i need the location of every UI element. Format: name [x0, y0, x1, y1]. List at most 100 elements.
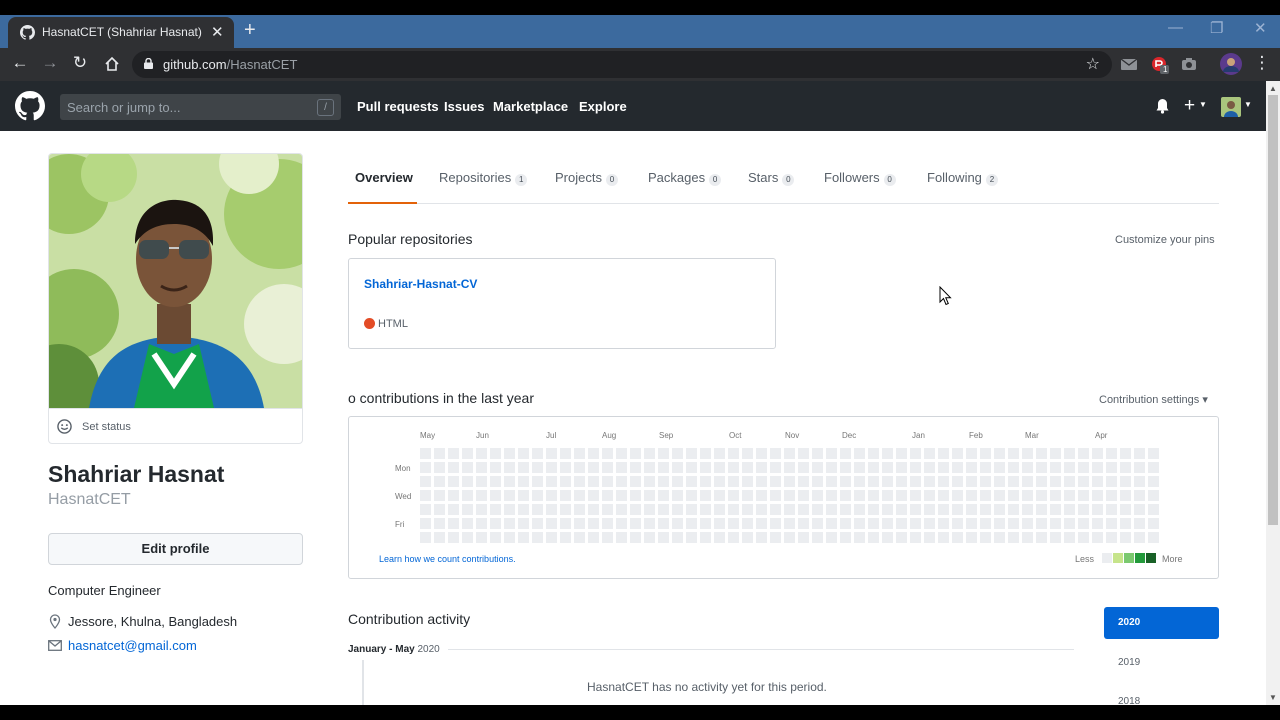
contribution-day-cell[interactable]: [840, 532, 851, 543]
nav-marketplace[interactable]: Marketplace: [493, 99, 568, 114]
contribution-day-cell[interactable]: [966, 476, 977, 487]
contribution-day-cell[interactable]: [952, 532, 963, 543]
contribution-day-cell[interactable]: [532, 504, 543, 515]
contribution-day-cell[interactable]: [602, 518, 613, 529]
contribution-day-cell[interactable]: [1092, 518, 1103, 529]
contribution-day-cell[interactable]: [476, 518, 487, 529]
contribution-day-cell[interactable]: [896, 490, 907, 501]
chevron-down-icon[interactable]: ▼: [1199, 100, 1207, 109]
contribution-day-cell[interactable]: [602, 490, 613, 501]
contribution-day-cell[interactable]: [812, 476, 823, 487]
contribution-day-cell[interactable]: [1022, 448, 1033, 459]
contribution-day-cell[interactable]: [896, 476, 907, 487]
contribution-day-cell[interactable]: [574, 448, 585, 459]
contribution-day-cell[interactable]: [1106, 476, 1117, 487]
contribution-day-cell[interactable]: [854, 504, 865, 515]
contribution-day-cell[interactable]: [896, 504, 907, 515]
contribution-day-cell[interactable]: [784, 462, 795, 473]
contribution-day-cell[interactable]: [700, 532, 711, 543]
contribution-day-cell[interactable]: [560, 504, 571, 515]
contribution-day-cell[interactable]: [686, 448, 697, 459]
contribution-day-cell[interactable]: [770, 490, 781, 501]
contribution-day-cell[interactable]: [798, 476, 809, 487]
contribution-day-cell[interactable]: [1134, 504, 1145, 515]
contribution-day-cell[interactable]: [966, 448, 977, 459]
contribution-day-cell[interactable]: [742, 490, 753, 501]
contribution-day-cell[interactable]: [966, 490, 977, 501]
contribution-day-cell[interactable]: [714, 518, 725, 529]
contribution-day-cell[interactable]: [994, 490, 1005, 501]
search-input[interactable]: Search or jump to... /: [60, 94, 341, 120]
contribution-day-cell[interactable]: [434, 462, 445, 473]
contribution-day-cell[interactable]: [1064, 462, 1075, 473]
contribution-day-cell[interactable]: [588, 448, 599, 459]
contribution-day-cell[interactable]: [1106, 518, 1117, 529]
contribution-day-cell[interactable]: [518, 490, 529, 501]
contribution-day-cell[interactable]: [504, 532, 515, 543]
contribution-day-cell[interactable]: [966, 518, 977, 529]
contribution-day-cell[interactable]: [854, 532, 865, 543]
contribution-day-cell[interactable]: [896, 462, 907, 473]
contribution-day-cell[interactable]: [854, 518, 865, 529]
contribution-day-cell[interactable]: [532, 532, 543, 543]
contribution-day-cell[interactable]: [630, 532, 641, 543]
contribution-day-cell[interactable]: [1092, 448, 1103, 459]
contribution-day-cell[interactable]: [826, 476, 837, 487]
contribution-day-cell[interactable]: [476, 504, 487, 515]
contribution-day-cell[interactable]: [700, 490, 711, 501]
contribution-day-cell[interactable]: [1064, 490, 1075, 501]
contribution-day-cell[interactable]: [784, 532, 795, 543]
contribution-day-cell[interactable]: [546, 518, 557, 529]
contribution-day-cell[interactable]: [602, 504, 613, 515]
contribution-day-cell[interactable]: [1134, 448, 1145, 459]
contribution-day-cell[interactable]: [826, 462, 837, 473]
contribution-day-cell[interactable]: [980, 462, 991, 473]
contribution-day-cell[interactable]: [756, 462, 767, 473]
contribution-day-cell[interactable]: [728, 518, 739, 529]
contribution-day-cell[interactable]: [756, 448, 767, 459]
contribution-day-cell[interactable]: [420, 448, 431, 459]
contribution-day-cell[interactable]: [490, 532, 501, 543]
contribution-day-cell[interactable]: [1036, 518, 1047, 529]
contribution-day-cell[interactable]: [1106, 490, 1117, 501]
contribution-day-cell[interactable]: [616, 462, 627, 473]
contribution-day-cell[interactable]: [532, 462, 543, 473]
contribution-day-cell[interactable]: [966, 504, 977, 515]
contribution-day-cell[interactable]: [462, 462, 473, 473]
contribution-day-cell[interactable]: [448, 462, 459, 473]
contribution-day-cell[interactable]: [686, 490, 697, 501]
contribution-day-cell[interactable]: [1050, 448, 1061, 459]
contribution-day-cell[interactable]: [700, 518, 711, 529]
contribution-day-cell[interactable]: [518, 476, 529, 487]
contribution-day-cell[interactable]: [574, 490, 585, 501]
contribution-day-cell[interactable]: [1120, 532, 1131, 543]
bookmark-star-icon[interactable]: ☆: [1086, 54, 1100, 74]
contribution-day-cell[interactable]: [672, 448, 683, 459]
contribution-day-cell[interactable]: [742, 476, 753, 487]
contribution-day-cell[interactable]: [784, 448, 795, 459]
contribution-day-cell[interactable]: [448, 448, 459, 459]
contribution-day-cell[interactable]: [784, 490, 795, 501]
contribution-day-cell[interactable]: [658, 490, 669, 501]
contribution-day-cell[interactable]: [1064, 518, 1075, 529]
tab-following[interactable]: Following 2: [927, 170, 998, 186]
contribution-day-cell[interactable]: [812, 490, 823, 501]
contribution-day-cell[interactable]: [770, 448, 781, 459]
contribution-day-cell[interactable]: [448, 504, 459, 515]
contribution-day-cell[interactable]: [448, 532, 459, 543]
contribution-day-cell[interactable]: [1148, 490, 1159, 501]
edit-profile-button[interactable]: Edit profile: [48, 533, 303, 565]
contribution-day-cell[interactable]: [924, 476, 935, 487]
contribution-day-cell[interactable]: [1134, 490, 1145, 501]
contribution-day-cell[interactable]: [1078, 532, 1089, 543]
contribution-day-cell[interactable]: [518, 462, 529, 473]
create-new-icon[interactable]: +: [1184, 95, 1195, 117]
nav-pull-requests[interactable]: Pull requests: [357, 99, 439, 114]
year-2020-button[interactable]: 2020: [1104, 607, 1219, 639]
contribution-day-cell[interactable]: [1008, 504, 1019, 515]
contribution-day-cell[interactable]: [504, 476, 515, 487]
contribution-day-cell[interactable]: [812, 448, 823, 459]
contribution-day-cell[interactable]: [1148, 462, 1159, 473]
contribution-day-cell[interactable]: [1134, 476, 1145, 487]
contribution-day-cell[interactable]: [476, 448, 487, 459]
